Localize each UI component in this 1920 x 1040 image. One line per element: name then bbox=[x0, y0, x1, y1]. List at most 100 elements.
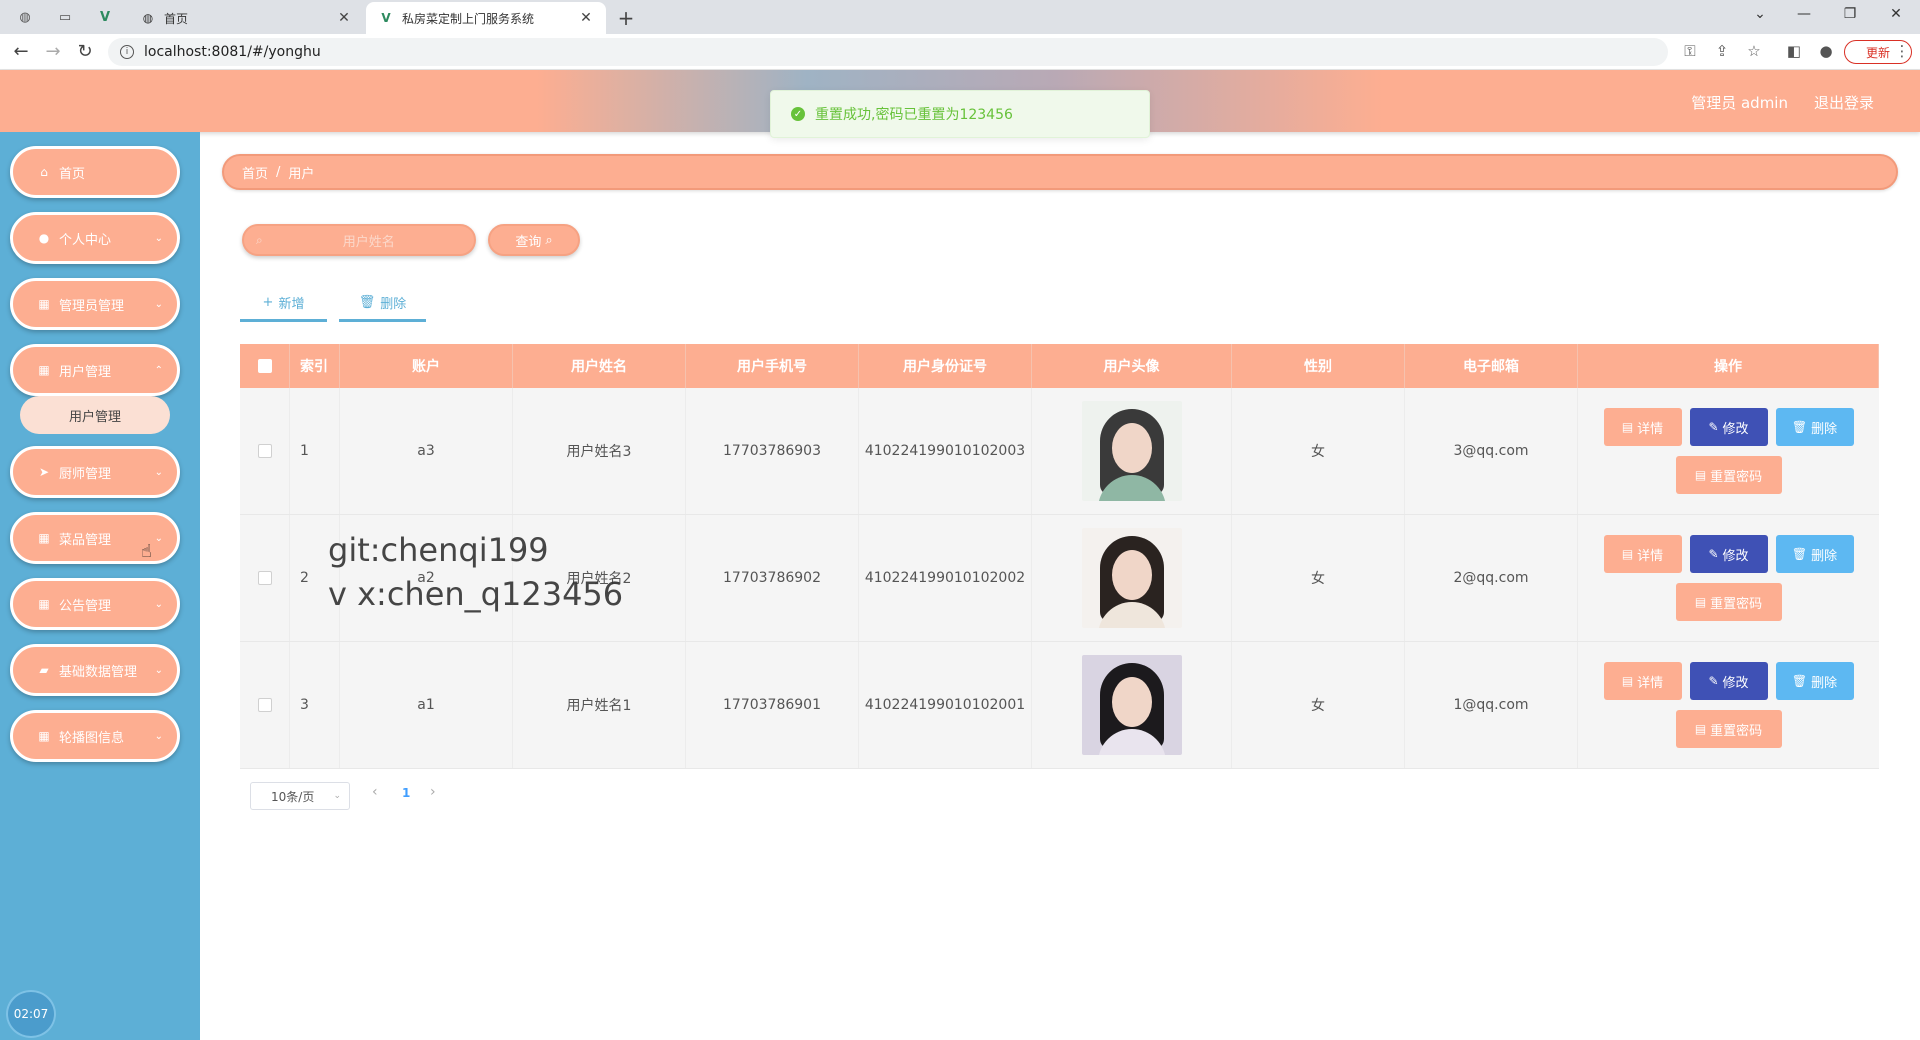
sidebar-item-dishes[interactable]: ▦ 菜品管理 ⌄ bbox=[10, 512, 180, 564]
tab-search-icon[interactable]: ⌄ bbox=[1750, 6, 1770, 22]
pencil-icon: ✎ bbox=[1708, 674, 1719, 688]
avatar-face bbox=[1111, 423, 1152, 473]
close-icon[interactable]: ✕ bbox=[336, 10, 352, 26]
chevron-down-icon: ⌄ bbox=[154, 466, 163, 478]
sidebar-item-admins[interactable]: ▦ 管理员管理 ⌄ bbox=[10, 278, 180, 330]
document-icon: ▤ bbox=[1694, 468, 1707, 482]
new-tab-icon[interactable]: + bbox=[614, 6, 638, 30]
minimize-icon[interactable]: — bbox=[1794, 6, 1814, 22]
delete-button[interactable]: 🗑 删除 bbox=[1775, 662, 1854, 700]
avatar-face bbox=[1111, 677, 1152, 727]
sidepanel-icon[interactable]: ◧ bbox=[1784, 42, 1804, 60]
info-icon[interactable]: i bbox=[120, 45, 134, 59]
row-checkbox[interactable] bbox=[257, 444, 272, 458]
sidebar-item-profile[interactable]: ● 个人中心 ⌄ bbox=[10, 212, 180, 264]
sidebar-item-label: 首页 bbox=[59, 166, 86, 182]
prev-page-icon[interactable]: ‹ bbox=[372, 784, 378, 800]
share-icon[interactable]: ⇪ bbox=[1712, 42, 1732, 60]
edit-button[interactable]: ✎ 修改 bbox=[1689, 408, 1768, 446]
profile-icon[interactable]: ● bbox=[1816, 42, 1836, 60]
tab-title: 首页 bbox=[164, 11, 189, 26]
hand-cursor-icon: ☝ bbox=[141, 541, 152, 562]
row-select-cell bbox=[240, 515, 290, 641]
document-icon: ▤ bbox=[1621, 547, 1634, 561]
window-close-icon[interactable]: ✕ bbox=[1886, 6, 1906, 22]
back-icon[interactable]: ← bbox=[10, 41, 32, 62]
table-row: 3 a1 用户姓名1 17703786901 41022419901010200… bbox=[240, 642, 1879, 769]
avatar bbox=[1081, 655, 1182, 755]
sidebar-item-notices[interactable]: ▦ 公告管理 ⌄ bbox=[10, 578, 180, 630]
sidebar-item-carousel[interactable]: ▦ 轮播图信息 ⌄ bbox=[10, 710, 180, 762]
forward-icon[interactable]: → bbox=[42, 41, 64, 62]
logout-link[interactable]: 退出登录 bbox=[1814, 92, 1874, 113]
key-icon[interactable]: ⚿ bbox=[1680, 42, 1700, 60]
search-placeholder: 用户姓名 bbox=[342, 234, 395, 250]
grid-icon: ▦ bbox=[38, 729, 50, 743]
check-circle-icon: ✓ bbox=[791, 107, 805, 121]
header-name: 用户姓名 bbox=[513, 344, 686, 388]
sidebar-item-basedata[interactable]: ▰ 基础数据管理 ⌄ bbox=[10, 644, 180, 696]
folder-tab-icon[interactable]: ▭ bbox=[56, 8, 74, 26]
page-number[interactable]: 1 bbox=[402, 786, 410, 800]
detail-button[interactable]: ▤ 详情 bbox=[1603, 535, 1682, 573]
next-page-icon[interactable]: › bbox=[430, 784, 436, 800]
close-icon[interactable]: ✕ bbox=[578, 10, 594, 26]
reset-password-button[interactable]: ▤ 重置密码 bbox=[1675, 456, 1782, 494]
query-label: 查询 bbox=[515, 234, 542, 250]
submenu-item-users[interactable]: 用户管理 bbox=[20, 396, 170, 434]
chevron-down-icon: ⌄ bbox=[154, 730, 163, 742]
select-all-checkbox[interactable] bbox=[257, 359, 272, 373]
delete-label: 删除 bbox=[1811, 421, 1838, 437]
table-row: 1 a3 用户姓名3 17703786903 41022419901010200… bbox=[240, 388, 1879, 515]
cell-avatar bbox=[1032, 515, 1232, 641]
vue-logo-icon[interactable]: V bbox=[96, 8, 114, 26]
edit-button[interactable]: ✎ 修改 bbox=[1689, 662, 1768, 700]
document-icon: ▤ bbox=[1621, 420, 1634, 434]
avatar bbox=[1081, 528, 1182, 628]
search-input[interactable]: ⌕ 用户姓名 bbox=[242, 224, 476, 256]
row-checkbox[interactable] bbox=[257, 571, 272, 585]
star-icon[interactable]: ☆ bbox=[1744, 42, 1764, 60]
grid-icon: ▦ bbox=[38, 597, 50, 611]
cell-index: 3 bbox=[290, 642, 340, 768]
page-size-select[interactable]: 10条/页 ⌄ bbox=[250, 782, 350, 810]
breadcrumb-home[interactable]: 首页 bbox=[242, 163, 268, 182]
grid-icon: ▦ bbox=[38, 363, 50, 377]
cell-operations: ▤ 详情 ✎ 修改 🗑 删除 ▤ 重置密码 bbox=[1578, 642, 1879, 768]
reset-password-button[interactable]: ▤ 重置密码 bbox=[1675, 710, 1782, 748]
sidebar-item-home[interactable]: ⌂ 首页 bbox=[10, 146, 180, 198]
globe-icon[interactable]: ◍ bbox=[16, 8, 34, 26]
ops-row: ▤ 详情 ✎ 修改 🗑 删除 bbox=[1603, 535, 1854, 573]
reset-password-button[interactable]: ▤ 重置密码 bbox=[1675, 583, 1782, 621]
admin-user-label: 管理员 admin bbox=[1691, 94, 1788, 112]
sidebar-item-chefs[interactable]: ➤ 厨师管理 ⌄ bbox=[10, 446, 180, 498]
reload-icon[interactable]: ↻ bbox=[74, 41, 96, 62]
edit-button[interactable]: ✎ 修改 bbox=[1689, 535, 1768, 573]
cell-gender: 女 bbox=[1232, 515, 1405, 641]
row-checkbox[interactable] bbox=[257, 698, 272, 712]
grid-icon: ▦ bbox=[38, 297, 50, 311]
browser-tab-active[interactable]: V 私房菜定制上门服务系统 ✕ bbox=[366, 2, 606, 34]
header-id-card: 用户身份证号 bbox=[859, 344, 1032, 388]
document-icon: ▤ bbox=[1621, 674, 1634, 688]
header-gender: 性别 bbox=[1232, 344, 1405, 388]
browser-tab-home[interactable]: ◍ 首页 ✕ bbox=[128, 2, 364, 34]
chevron-down-icon: ⌄ bbox=[154, 298, 163, 310]
sidebar-item-users[interactable]: ▦ 用户管理 ⌃ bbox=[10, 344, 180, 396]
detail-button[interactable]: ▤ 详情 bbox=[1603, 662, 1682, 700]
query-button[interactable]: 查询 ⌕ bbox=[488, 224, 580, 256]
restore-icon[interactable]: ❐ bbox=[1840, 6, 1860, 22]
table-header: 索引 账户 用户姓名 用户手机号 用户身份证号 用户头像 性别 电子邮箱 操作 bbox=[240, 344, 1879, 388]
browser-tabbar: ◍ ▭ V ◍ 首页 ✕ V 私房菜定制上门服务系统 ✕ + ⌄ — ❐ ✕ bbox=[0, 0, 1920, 34]
delete-button[interactable]: 🗑 删除 bbox=[1775, 408, 1854, 446]
breadcrumb: 首页 / 用户 bbox=[222, 154, 1898, 190]
update-button[interactable]: 更新 bbox=[1844, 40, 1912, 64]
add-button[interactable]: + 新增 bbox=[240, 286, 327, 322]
detail-button[interactable]: ▤ 详情 bbox=[1603, 408, 1682, 446]
sidebar-item-label: 个人中心 bbox=[59, 232, 112, 248]
add-label: 新增 bbox=[278, 297, 305, 312]
url-field[interactable]: i localhost:8081/#/yonghu bbox=[108, 38, 1668, 66]
edit-label: 修改 bbox=[1722, 548, 1749, 564]
delete-button[interactable]: 🗑 删除 bbox=[1775, 535, 1854, 573]
batch-delete-button[interactable]: 🗑 删除 bbox=[339, 286, 426, 322]
